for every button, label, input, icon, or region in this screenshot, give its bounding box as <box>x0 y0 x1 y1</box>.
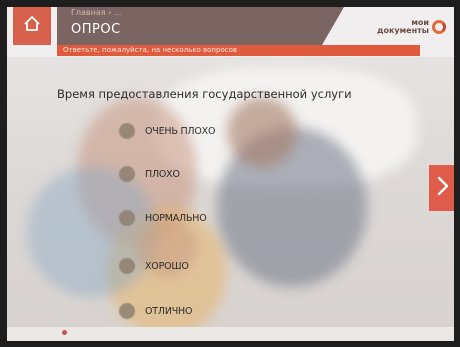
radio-button[interactable] <box>119 303 135 319</box>
home-button[interactable] <box>13 7 51 45</box>
option-label: ОТЛИЧНО <box>145 305 193 317</box>
header: Главная › ... ОПРОС мои документы Ответь… <box>7 7 454 57</box>
title-block: Главная › ... ОПРОС <box>57 7 344 45</box>
page-subtitle: Ответьте, пожалуйста, на несколько вопро… <box>63 46 237 54</box>
subtitle-bar: Ответьте, пожалуйста, на несколько вопро… <box>57 45 420 56</box>
bottom-strip <box>7 327 454 341</box>
option-label: ХОРОШО <box>145 260 189 272</box>
radio-button[interactable] <box>119 258 135 274</box>
kiosk-screen: Главная › ... ОПРОС мои документы Ответь… <box>7 7 454 341</box>
option-label: ОЧЕНЬ ПЛОХО <box>145 125 216 137</box>
option-label: ПЛОХО <box>145 168 180 180</box>
question-text: Время предоставления государственной усл… <box>57 87 352 101</box>
logo-mark-icon <box>432 20 446 34</box>
breadcrumb: Главная › ... <box>71 8 122 17</box>
radio-button[interactable] <box>119 166 135 182</box>
page-title: ОПРОС <box>71 22 121 37</box>
option-label: НОРМАЛЬНО <box>145 212 207 224</box>
brand-logo: мои документы <box>370 11 446 43</box>
radio-button[interactable] <box>119 210 135 226</box>
option-very-bad[interactable]: ОЧЕНЬ ПЛОХО <box>119 123 215 139</box>
chevron-right-icon <box>436 175 450 201</box>
option-good[interactable]: ХОРОШО <box>119 258 189 274</box>
option-excellent[interactable]: ОТЛИЧНО <box>119 303 192 319</box>
indicator-dot <box>62 330 67 335</box>
option-bad[interactable]: ПЛОХО <box>119 166 180 182</box>
logo-text-line2: документы <box>377 26 429 35</box>
option-normal[interactable]: НОРМАЛЬНО <box>119 210 207 226</box>
home-icon <box>22 14 42 38</box>
radio-button[interactable] <box>119 123 135 139</box>
next-button[interactable] <box>429 165 454 211</box>
